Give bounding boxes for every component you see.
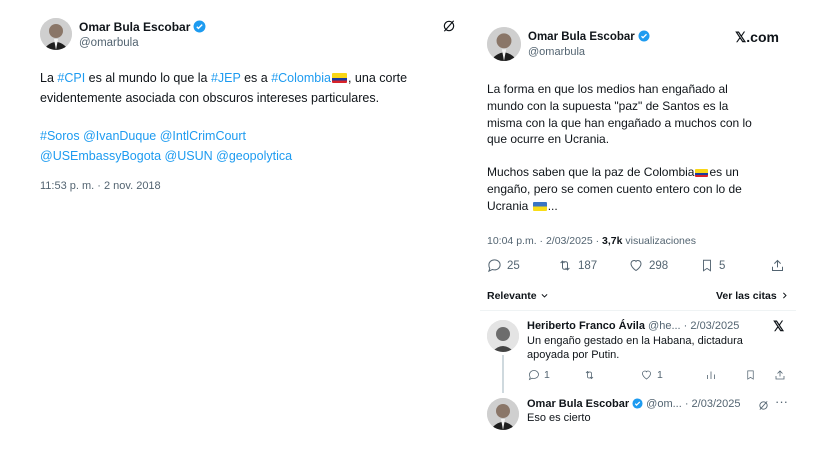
share-icon [775,370,785,380]
grok-icon[interactable] [442,19,456,38]
reply-text-line: Eso es cierto [527,412,591,424]
reply-thread-line [502,355,504,393]
reply-button[interactable]: 25 [487,258,520,273]
reply-button[interactable]: 1 [528,369,550,381]
post-text-line: que ocurre en Ucrania. [487,132,610,147]
views-button[interactable] [705,369,717,381]
post-text-line: engaño, pero se comen cuento entero con … [487,181,742,196]
author-name-text[interactable]: Omar Bula Escobar [79,20,190,34]
sort-label: Relevante [487,290,537,302]
repost-button[interactable]: 187 [557,258,597,273]
reply-text-line: apoyada por Putin. [527,349,620,361]
hashtag-colombia[interactable]: #Colombia [271,71,331,85]
bar-chart-icon [707,371,715,379]
author-handle[interactable]: @omarbula [528,46,585,58]
verified-badge-icon [193,20,206,33]
reply-count: 25 [507,259,520,272]
view-count-label: visualizaciones [622,235,696,247]
mentions-line[interactable]: #Soros @IvanDuque @IntlCrimCourt [40,126,292,146]
ukraine-flag-icon [532,201,547,211]
author-name[interactable]: Omar Bula Escobar [79,20,206,34]
post-text-line: mundo con la supuesta "paz" de Santos es… [487,98,729,113]
bookmark-count: 5 [719,259,726,272]
reply-icon [528,370,539,381]
like-count: 1 [657,369,663,381]
hashtag-cpi[interactable]: #CPI [57,71,85,85]
avatar[interactable] [487,320,519,352]
text-segment: es al mundo lo que la [85,71,211,85]
repost-icon [585,370,594,380]
reply-author-name[interactable]: Heriberto Franco Ávila [527,320,645,332]
reply-author-name[interactable]: Omar Bula Escobar [527,398,629,410]
x-brand-logo: 𝕏.com [735,29,779,45]
reply-icon [488,259,501,273]
like-count: 298 [649,259,669,272]
tweet-text: La #CPI es al mundo lo que la #JEP es a … [40,68,407,108]
post-text-segment: Muchos saben que la paz de Colombia [487,165,695,180]
chevron-right-icon [782,292,787,299]
colombia-flag-icon [331,73,347,83]
bookmark-button[interactable]: 5 [700,258,725,273]
chevron-down-icon [541,294,547,298]
reply-header: Omar Bula Escobar @om... · 2/03/2025 [527,398,740,410]
view-quotes-link[interactable]: Ver las citas [716,290,789,302]
bookmark-icon [747,370,754,380]
mentions-line[interactable]: @USEmbassyBogota @USUN @geopolytica [40,146,292,166]
avatar[interactable] [40,18,72,50]
repost-count: 187 [578,259,598,272]
tweet-timestamp[interactable]: 11:53 p. m. · 2 nov. 2018 [40,180,161,192]
post-text-segment: Ucrania [487,198,532,213]
bookmark-icon [703,259,711,272]
author-name[interactable]: Omar Bula Escobar [528,30,650,43]
reply-text: Un engaño gestado en la Habana, dictadur… [527,334,743,362]
avatar[interactable] [487,398,519,430]
heart-icon [630,259,642,272]
view-count: 3,7k [602,235,623,247]
view-quotes-label: Ver las citas [716,290,777,302]
avatar[interactable] [487,27,521,61]
post-text-segment: ... [547,198,558,213]
like-button[interactable]: 1 [640,369,663,381]
post-text-line: misma con la que han engañado a muchos c… [487,115,752,130]
author-name-text[interactable]: Omar Bula Escobar [528,31,635,43]
share-icon [772,259,783,271]
heart-icon [642,370,651,380]
tweet-mentions[interactable]: #Soros @IvanDuque @IntlCrimCourt @USEmba… [40,126,292,166]
author-handle[interactable]: @omarbula [79,37,139,49]
bookmark-button[interactable] [745,369,756,381]
hashtag-jep[interactable]: #JEP [211,71,241,85]
like-button[interactable]: 298 [628,258,668,273]
reply-meta[interactable]: @om... · 2/03/2025 [646,398,740,410]
post-text-line: La forma en que los medios han engañado … [487,82,728,96]
post-timestamp[interactable]: 10:04 p.m. · 2/03/2025 · [487,235,602,247]
reply-header: Heriberto Franco Ávila @he... · 2/03/202… [527,320,739,332]
reply-count: 1 [544,369,550,381]
x-logo-icon: 𝕏 [773,318,785,334]
text-segment: La [40,71,58,85]
reply-text-line: Un engaño gestado en la Habana, dictadur… [527,335,743,347]
divider [480,310,796,311]
verified-badge-icon [632,398,643,409]
text-segment: es a [240,71,272,85]
post-text-segment: es un [709,165,739,180]
grok-icon[interactable] [758,398,769,416]
sort-dropdown[interactable]: Relevante [487,290,549,302]
repost-button[interactable] [583,369,596,381]
reply-meta[interactable]: @he... · 2/03/2025 [648,320,739,332]
share-button[interactable] [770,258,785,273]
colombia-flag-icon [695,169,709,178]
post-meta: 10:04 p.m. · 2/03/2025 · 3,7k visualizac… [487,235,696,247]
repost-icon [560,260,570,271]
tweet-text-line: evidentemente asociada con obscuros inte… [40,91,380,105]
text-segment: , una corte [347,71,408,85]
share-button[interactable] [774,369,786,381]
verified-badge-icon [638,30,650,42]
post-text: La forma en que los medios han engañado … [487,81,752,215]
more-options-icon[interactable]: ··· [775,394,788,409]
